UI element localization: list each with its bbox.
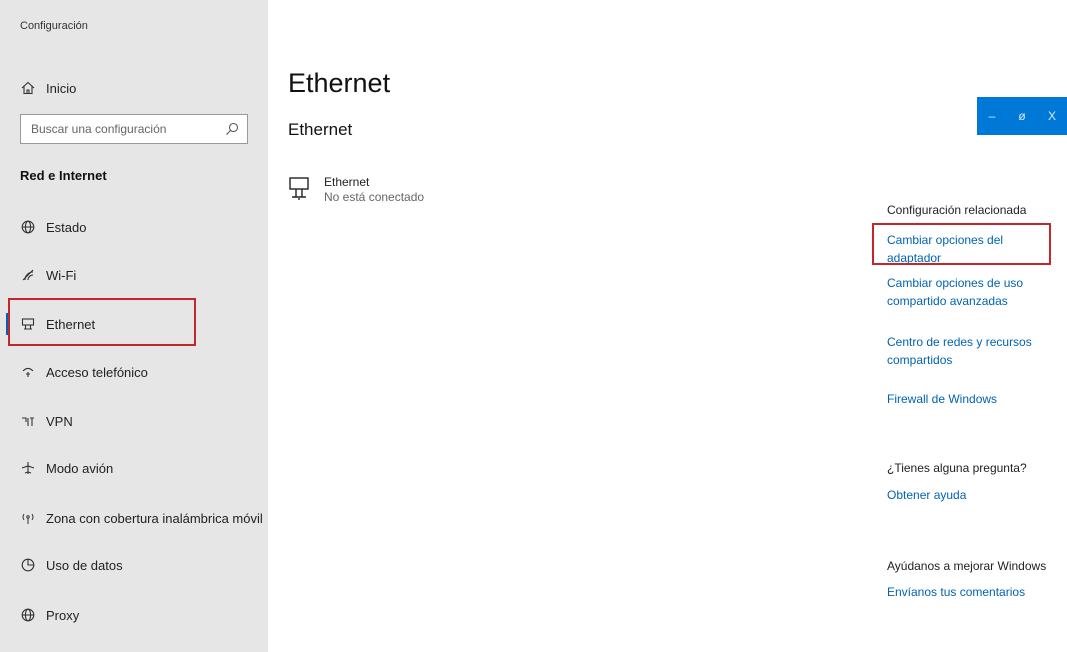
search-box[interactable] xyxy=(20,114,248,144)
get-help-link[interactable]: Obtener ayuda xyxy=(887,486,1057,504)
sidebar-item-acceso-telefonico[interactable]: Acceso telefónico xyxy=(20,360,148,384)
section-title: Red e Internet xyxy=(20,168,107,183)
settings-window: Configuración Inicio Red e Internet xyxy=(0,0,1067,652)
sidebar-item-wifi[interactable]: Wi-Fi xyxy=(20,263,76,287)
vpn-icon xyxy=(20,413,36,429)
home-icon xyxy=(20,80,36,96)
network-info: Ethernet No está conectado xyxy=(324,175,424,205)
sidebar-item-label: Ethernet xyxy=(46,316,96,332)
sidebar: Configuración Inicio Red e Internet xyxy=(0,0,268,652)
sidebar-item-label: Zona con cobertura inalámbrica móvil xyxy=(46,510,263,526)
sidebar-item-estado[interactable]: Estado xyxy=(20,215,86,239)
sidebar-item-label: Uso de datos xyxy=(46,557,123,573)
network-status: No está conectado xyxy=(324,190,425,204)
search-icon[interactable] xyxy=(225,122,239,136)
page-title: Ethernet xyxy=(288,68,391,98)
home-label: Inicio xyxy=(46,80,77,96)
wifi-icon xyxy=(20,267,36,283)
app-title: Configuración xyxy=(20,20,88,32)
advanced-sharing-link[interactable]: Cambiar opciones de uso compartido avanz… xyxy=(887,274,1027,310)
hotspot-icon xyxy=(20,510,36,526)
sidebar-item-label: Proxy xyxy=(46,607,80,623)
sidebar-item-proxy[interactable]: Proxy xyxy=(20,603,79,627)
sidebar-item-uso-datos[interactable]: Uso de datos xyxy=(20,553,123,577)
sidebar-item-zona-cobertura[interactable]: Zona con cobertura inalámbrica móvil xyxy=(20,506,263,530)
send-feedback-link[interactable]: Envíanos tus comentarios xyxy=(887,583,1057,601)
window-controls: – ø X xyxy=(977,97,1067,135)
related-heading: Configuración relacionada xyxy=(887,203,1027,217)
maximize-button[interactable]: ø xyxy=(1011,109,1033,123)
sidebar-item-label: VPN xyxy=(46,413,73,429)
minimize-button[interactable]: – xyxy=(981,109,1003,123)
proxy-icon xyxy=(20,607,36,623)
home-nav-item[interactable]: Inicio xyxy=(20,76,76,100)
sidebar-item-vpn[interactable]: VPN xyxy=(20,409,73,433)
close-button[interactable]: X xyxy=(1041,109,1063,123)
sidebar-item-label: Acceso telefónico xyxy=(46,364,148,380)
dialup-icon xyxy=(20,364,36,380)
feedback-heading: Ayúdanos a mejorar Windows xyxy=(887,559,1047,573)
windows-firewall-link[interactable]: Firewall de Windows xyxy=(887,390,1057,408)
sidebar-item-label: Wi-Fi xyxy=(46,267,77,283)
data-usage-icon xyxy=(20,557,36,573)
globe-status-icon xyxy=(20,219,36,235)
network-sharing-center-link[interactable]: Centro de redes y recursos compartidos xyxy=(887,333,1037,369)
network-name: Ethernet xyxy=(324,175,370,189)
change-adapter-options-link[interactable]: Cambiar opciones del adaptador xyxy=(887,231,1057,267)
ethernet-adapter-entry[interactable]: Ethernet No está conectado xyxy=(288,175,424,205)
section-heading: Ethernet xyxy=(288,120,353,139)
sidebar-item-ethernet[interactable]: Ethernet xyxy=(5,312,96,336)
airplane-icon xyxy=(20,460,36,476)
related-settings: Configuración relacionada xyxy=(887,203,1057,217)
sidebar-item-label: Estado xyxy=(46,219,87,235)
network-computer-icon xyxy=(288,175,314,203)
help-heading: ¿Tienes alguna pregunta? xyxy=(887,461,1027,475)
sidebar-item-modo-avion[interactable]: Modo avión xyxy=(20,456,113,480)
sidebar-item-label: Modo avión xyxy=(46,460,114,476)
ethernet-icon xyxy=(20,316,36,332)
search-input[interactable] xyxy=(29,121,225,137)
